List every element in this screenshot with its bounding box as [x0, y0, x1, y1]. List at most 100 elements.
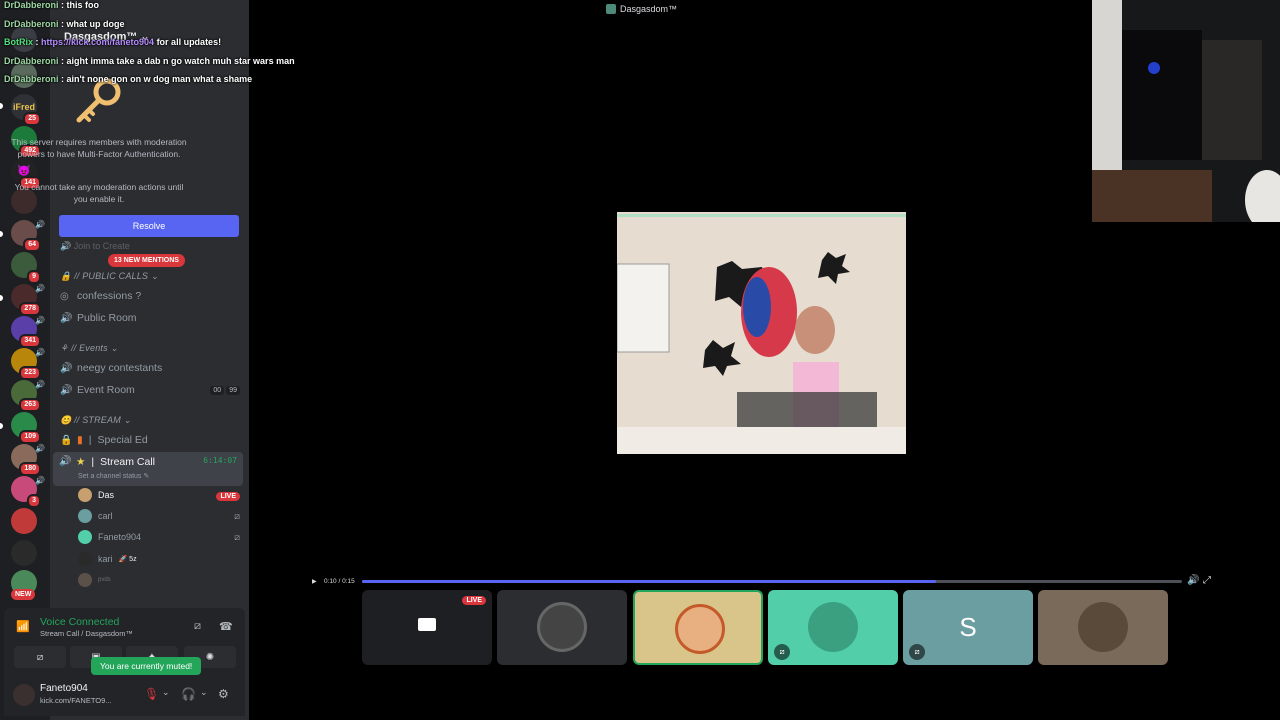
playback-time: 0:10 / 0:15	[324, 578, 355, 585]
category-public-calls[interactable]: 🔒 // PUBLIC CALLS ⌄	[60, 271, 159, 282]
unread-pip	[0, 423, 3, 429]
channel-stream-call[interactable]: 🔊 ★ | Stream Call 6:14:07	[53, 452, 243, 486]
mic-muted-icon[interactable]: 🎙	[144, 687, 159, 701]
voice-user[interactable]: pvds	[78, 571, 240, 589]
server-icon[interactable]: 🔊 263	[11, 380, 45, 412]
volume-icon[interactable]: 🔊	[1187, 575, 1199, 586]
category-events[interactable]: ⚘ // Events ⌄	[60, 343, 118, 354]
stage-icon: ◎	[60, 290, 69, 302]
speaker-icon: 🔊	[35, 316, 45, 325]
avatar[interactable]	[13, 684, 35, 706]
channel-confessions[interactable]: ◎ confessions ?	[60, 287, 240, 305]
voice-user[interactable]: kari 🚀 5z	[78, 550, 240, 568]
unread-pip	[0, 103, 3, 109]
server-icon[interactable]: 🔊 64	[11, 220, 45, 252]
category-stream[interactable]: 😊 // STREAM ⌄	[60, 415, 131, 426]
mention-badge: 25	[23, 112, 41, 126]
disconnect-icon[interactable]: ☎	[219, 620, 233, 633]
gear-icon[interactable]: ⚙	[218, 687, 229, 701]
avatar	[675, 604, 725, 654]
stage-title: Dasgasdom™	[620, 4, 678, 14]
server-icon[interactable]: iFred 25	[11, 94, 41, 126]
fullscreen-icon[interactable]: ⤢	[1203, 575, 1211, 586]
user-count: 00	[210, 385, 225, 395]
user-limit: 99	[226, 385, 240, 395]
chevron-down-icon[interactable]: ⌄	[162, 687, 170, 698]
voice-user[interactable]: Faneto904 ⧄	[78, 528, 240, 546]
speaker-icon: 🔊	[35, 348, 45, 357]
chat-message: DrDabberoni : what up doge	[4, 18, 125, 29]
call-timer: 6:14:07	[203, 456, 237, 465]
chat-message: DrDabberoni : aight imma take a dab n go…	[4, 55, 295, 66]
play-icon[interactable]: ▶	[312, 578, 317, 585]
participant-tile-screen[interactable]: LIVE	[362, 590, 492, 665]
unread-pip	[0, 231, 3, 237]
voice-user[interactable]: carl ⧄	[78, 507, 240, 525]
server-icon[interactable]: 🔊 180	[11, 444, 45, 476]
voice-user[interactable]: Das LIVE	[78, 486, 240, 504]
channel-special-ed[interactable]: 🔒 ▮ | Special Ed	[60, 431, 240, 449]
noise-suppression-icon[interactable]: ⧄	[194, 620, 201, 633]
server-icon[interactable]	[11, 508, 37, 534]
speaker-icon: 🔊	[35, 380, 45, 389]
server-icon[interactable]: 🔊 341	[11, 316, 45, 348]
avatar	[537, 602, 587, 652]
mention-badge: 180	[19, 462, 41, 476]
voice-channel-path[interactable]: Stream Call / Dasgasdom™	[40, 629, 133, 638]
server-icon[interactable]: 🔊 223	[11, 348, 45, 380]
channel-join-to-create[interactable]: 🔊 Join to Create	[60, 241, 130, 252]
unread-pip	[0, 295, 3, 301]
mention-badge: 64	[23, 238, 41, 252]
chevron-down-icon[interactable]: ⌄	[200, 687, 208, 698]
seek-bar[interactable]	[362, 580, 1182, 583]
server-icon[interactable]: 9	[11, 252, 41, 284]
avatar	[1078, 602, 1128, 652]
channel-neegy-contestants[interactable]: 🔊 neegy contestants	[60, 359, 240, 377]
webcam-overlay	[1092, 0, 1280, 222]
participant-tile[interactable]	[497, 590, 627, 665]
mfa-notice-secondary: You cannot take any moderation actions u…	[14, 182, 184, 204]
live-badge: LIVE	[462, 596, 486, 605]
server-icon[interactable]: 🔊 278	[11, 284, 45, 316]
muted-tooltip: You are currently muted!	[91, 657, 202, 675]
mic-off-icon: ⧄	[234, 531, 240, 542]
headphones-icon[interactable]: 🎧	[181, 687, 196, 701]
mention-badge: 3	[27, 494, 41, 508]
participant-tile-speaking[interactable]	[633, 590, 763, 665]
avatar	[808, 602, 858, 652]
speaker-icon: 🔊	[60, 312, 73, 324]
channel-public-room[interactable]: 🔊 Public Room	[60, 309, 240, 327]
resolve-button[interactable]: Resolve	[59, 215, 239, 237]
custom-status: kick.com/FANETO9...	[40, 696, 112, 705]
video-frame	[617, 212, 906, 454]
channel-event-room[interactable]: 🔊 Event Room 00 99	[60, 381, 240, 399]
channel-status[interactable]: Set a channel status ✎	[78, 472, 149, 480]
server-icon[interactable]	[11, 540, 37, 566]
mic-off-icon: ⧄	[909, 644, 925, 660]
chat-message: DrDabberoni : this foo	[4, 0, 100, 10]
server-icon[interactable]: 109	[11, 412, 41, 444]
lock-icon: 🔒	[60, 434, 73, 446]
avatar: S	[959, 612, 977, 642]
camera-off-button[interactable]: ⧄	[14, 646, 66, 668]
speaker-icon: 🔊	[35, 284, 45, 293]
server-icon[interactable]: 🔊 3	[11, 476, 45, 508]
username[interactable]: Faneto904	[40, 683, 88, 694]
mic-off-icon: ⧄	[234, 510, 240, 521]
main-video[interactable]	[617, 212, 906, 454]
signal-icon[interactable]: 📶	[16, 620, 30, 633]
chat-message: BotRix : https://kick.com/faneto904 for …	[4, 37, 222, 47]
monitor-icon	[418, 618, 436, 631]
webcam-feed	[1092, 0, 1280, 222]
chat-message: DrDabberoni : ain't none gon on w dog ma…	[4, 74, 253, 84]
voice-status[interactable]: Voice Connected	[40, 616, 119, 628]
participant-tile[interactable]: ⧄	[768, 590, 898, 665]
user-panel: Faneto904 kick.com/FANETO9... 🎙 ⌄ 🎧 ⌄ ⚙	[4, 676, 245, 716]
speaker-icon: 🔊	[35, 220, 45, 229]
new-unreads-pill[interactable]: NEW	[11, 589, 36, 600]
participant-tile[interactable]	[1038, 590, 1168, 665]
mention-badge: 278	[19, 302, 41, 316]
new-mentions-pill[interactable]: 13 NEW MENTIONS	[108, 254, 185, 267]
mention-badge: 263	[19, 398, 41, 412]
participant-tile[interactable]: S ⧄	[903, 590, 1033, 665]
